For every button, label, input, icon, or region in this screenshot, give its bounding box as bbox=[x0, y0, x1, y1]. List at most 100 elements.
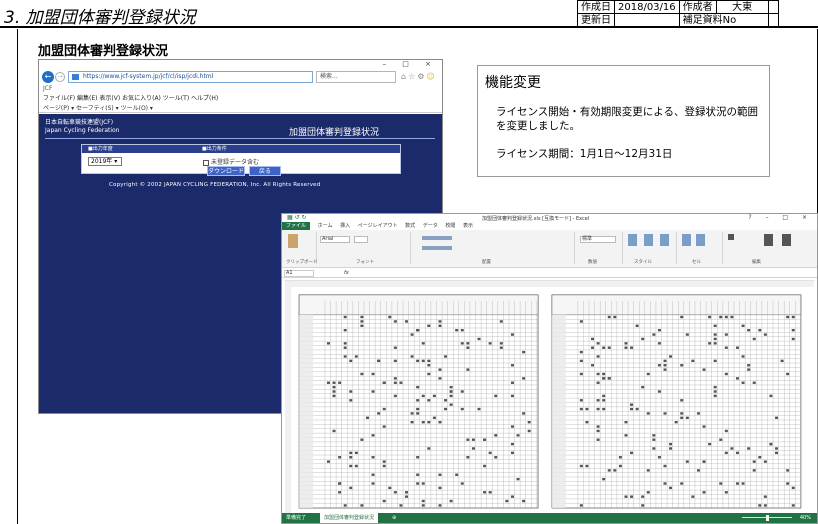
browser-command-bar[interactable]: ページ(P) ▾ セーフティ(S) ▾ ツール(O) ▾ bbox=[39, 103, 442, 113]
cell-mark bbox=[786, 469, 790, 472]
zoom-slider-knob[interactable] bbox=[766, 515, 769, 521]
jcf-logo: 日本自転車競技連盟(JCF) Japan Cycling Federation bbox=[45, 119, 119, 135]
excel-window: ▦ ↺ ↻ 加盟団体審判登録状況.xls [互換モード] - Excel ? –… bbox=[281, 213, 818, 524]
window-controls[interactable]: – □ × bbox=[383, 60, 438, 68]
include-unregistered-checkbox[interactable]: 未登録データ含む bbox=[203, 157, 259, 166]
cell-mark bbox=[669, 447, 673, 450]
star-icon[interactable]: ☆ bbox=[408, 72, 417, 81]
download-button[interactable]: ダウンロード bbox=[207, 166, 245, 176]
year-column-label: ■出力年度 bbox=[88, 146, 113, 152]
cell-mark bbox=[477, 337, 481, 341]
cell-mark bbox=[494, 434, 498, 437]
cell-mark bbox=[652, 438, 656, 441]
add-sheet-icon[interactable]: ⊕ bbox=[392, 513, 396, 523]
forward-arrow-icon[interactable]: → bbox=[55, 72, 65, 82]
cell-mark bbox=[624, 342, 628, 345]
checkbox-box[interactable] bbox=[203, 159, 209, 166]
cell-mark bbox=[696, 412, 700, 415]
cell-mark bbox=[758, 456, 762, 459]
font-size-select[interactable] bbox=[354, 236, 368, 243]
sheet-tab[interactable]: 加盟団体審判登録状況 bbox=[320, 513, 379, 523]
cell-mark bbox=[460, 342, 464, 345]
cell-mark bbox=[522, 499, 526, 503]
cell-mark bbox=[775, 447, 779, 450]
group-editing: 編集 bbox=[752, 260, 761, 265]
browser-navbar: ← → https://www.jcf-system.jp/jcf/cl/isp… bbox=[39, 69, 442, 85]
conditional-format-icon[interactable] bbox=[628, 234, 637, 246]
cell-mark bbox=[657, 390, 661, 393]
name-box[interactable]: A1 bbox=[284, 270, 314, 277]
tab-formulas[interactable]: 数式 bbox=[405, 223, 415, 229]
cell-mark bbox=[613, 469, 617, 472]
cell-style-icon[interactable] bbox=[660, 234, 669, 246]
cell-mark bbox=[405, 495, 409, 498]
fx-icon[interactable]: fx bbox=[344, 269, 349, 278]
browser-tab[interactable]: JCF bbox=[39, 85, 442, 93]
cell-mark bbox=[685, 416, 689, 420]
spreadsheet-grid[interactable] bbox=[284, 280, 815, 513]
sum-icon[interactable] bbox=[728, 234, 734, 240]
tab-file[interactable]: ファイル bbox=[282, 222, 311, 230]
cell-mark bbox=[421, 342, 425, 345]
back-button[interactable]: 戻る bbox=[249, 166, 281, 176]
cell-mark bbox=[613, 315, 617, 319]
cell-mark bbox=[579, 372, 583, 376]
cell-mark bbox=[713, 342, 717, 345]
find-icon[interactable] bbox=[782, 234, 791, 246]
cell-mark bbox=[427, 399, 431, 402]
tab-review[interactable]: 校閲 bbox=[445, 223, 455, 229]
browser-search-input[interactable]: 検索... bbox=[316, 71, 396, 83]
align-icon[interactable] bbox=[422, 236, 452, 240]
back-arrow-icon[interactable]: ← bbox=[42, 71, 54, 83]
smiley-icon[interactable]: ☺ bbox=[426, 72, 436, 81]
cell-mark bbox=[663, 359, 667, 363]
tab-insert[interactable]: 挿入 bbox=[340, 223, 350, 229]
tab-page-layout[interactable]: ページレイアウト bbox=[358, 223, 398, 229]
cell-mark bbox=[747, 364, 751, 367]
cell-mark bbox=[713, 385, 717, 389]
excel-window-controls[interactable]: ? – □ × bbox=[748, 214, 813, 221]
cell-mark bbox=[477, 407, 481, 411]
cell-mark bbox=[602, 477, 606, 481]
tab-view[interactable]: 表示 bbox=[463, 223, 473, 229]
cell-mark bbox=[421, 499, 425, 503]
sort-filter-icon[interactable] bbox=[764, 234, 773, 246]
quick-access-icons[interactable]: ▦ ↺ ↻ bbox=[287, 214, 307, 221]
cell-mark bbox=[635, 407, 639, 411]
address-bar[interactable]: https://www.jcf-system.jp/jcf/cl/isp/jcd… bbox=[68, 71, 313, 83]
paste-icon[interactable] bbox=[288, 234, 298, 248]
cell-mark bbox=[691, 495, 695, 498]
tab-data[interactable]: データ bbox=[423, 223, 438, 229]
cell-mark bbox=[343, 504, 347, 507]
cell-mark bbox=[591, 346, 595, 349]
cell-mark bbox=[332, 429, 336, 433]
wrap-icon[interactable] bbox=[422, 246, 452, 250]
cell-mark bbox=[421, 482, 425, 485]
cell-mark bbox=[360, 315, 364, 319]
year-select[interactable]: 2019年 ▾ bbox=[88, 157, 122, 166]
browser-menubar[interactable]: ファイル(F) 編集(E) 表示(V) お気に入り(A) ツール(T) ヘルプ(… bbox=[39, 93, 442, 103]
cell-mark bbox=[786, 482, 790, 485]
cell-mark bbox=[393, 320, 397, 323]
cell-mark bbox=[510, 425, 514, 428]
cell-mark bbox=[579, 407, 583, 411]
cell-mark bbox=[752, 381, 756, 384]
cell-mark bbox=[657, 342, 661, 345]
cell-mark bbox=[365, 416, 369, 420]
table-format-icon[interactable] bbox=[644, 234, 653, 246]
cell-mark bbox=[444, 399, 448, 402]
font-name-select[interactable]: Arial bbox=[320, 236, 350, 243]
option-column-label: ■出力条件 bbox=[202, 146, 227, 152]
cell-mark bbox=[685, 460, 689, 463]
cell-mark bbox=[652, 333, 656, 336]
cell-mark bbox=[382, 407, 386, 411]
meta-extra-cell bbox=[767, 0, 779, 14]
cell-mark bbox=[338, 456, 342, 459]
tab-home[interactable]: ホーム bbox=[318, 223, 333, 229]
delete-cell-icon[interactable] bbox=[696, 234, 705, 246]
insert-cell-icon[interactable] bbox=[682, 234, 691, 246]
cell-mark bbox=[377, 359, 381, 363]
cell-mark bbox=[343, 342, 347, 345]
number-format-select[interactable]: 標準 bbox=[580, 236, 616, 243]
cell-mark bbox=[646, 469, 650, 472]
